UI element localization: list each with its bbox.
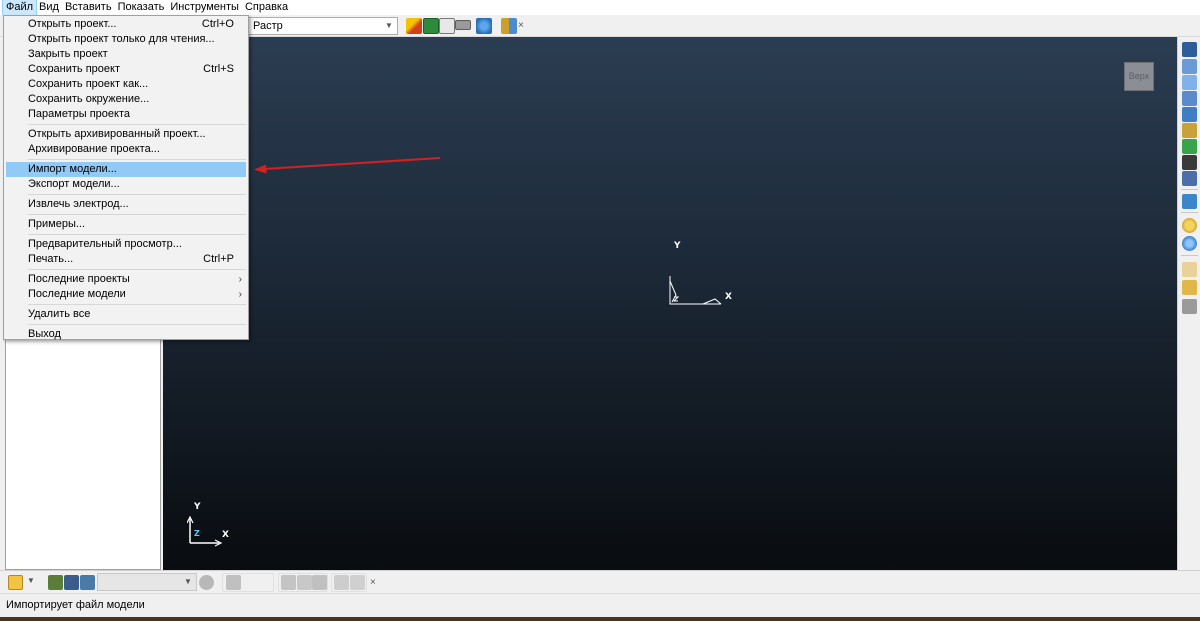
file-menu-dropdown: Открыть проект... Ctrl+O Открыть проект … [3,15,249,340]
corner-axis-z-label: Z [194,529,200,538]
layer-icon[interactable] [48,575,63,590]
menu-item-open-readonly[interactable]: Открыть проект только для чтения... [4,32,248,47]
menu-view[interactable]: Вид [36,0,62,15]
select-key-icon[interactable] [1182,280,1197,295]
rotate-icon[interactable] [1182,139,1197,154]
status-text: Импортирует файл модели [6,599,145,611]
render-star-icon[interactable] [406,18,422,34]
menu-item-open-archived[interactable]: Открыть архивированный проект... [4,127,248,142]
3d-viewport[interactable]: Верх Y X Z Y X Z [163,37,1177,570]
menu-separator [28,269,246,270]
menu-tools[interactable]: Инструменты [167,0,242,15]
ruler-icon[interactable] [455,20,471,30]
chevron-down-icon: ▼ [184,577,192,586]
layer-select[interactable]: ▼ [97,573,197,591]
view-bottom-icon[interactable] [1182,91,1197,106]
main-axis-triad [669,276,722,305]
binoculars-icon[interactable] [501,18,517,34]
shortcut-label: Ctrl+S [203,63,234,75]
zoom-window-icon[interactable] [1182,171,1197,186]
right-toolbar [1177,37,1200,570]
layer-add-icon[interactable] [64,575,79,590]
menu-item-close-project[interactable]: Закрыть проект [4,47,248,62]
edit-edge-icon[interactable] [297,575,312,590]
select-cursor-icon[interactable] [1182,262,1197,277]
desktop-background-edge [0,617,1200,621]
menu-separator [28,234,246,235]
menu-item-examples[interactable]: Примеры... [4,217,248,232]
corner-axis-x-label: X [222,530,229,540]
calculator-icon[interactable] [423,18,439,34]
right-toolbar-separator [1181,189,1198,190]
menu-item-export-model[interactable]: Экспорт модели... [4,177,248,192]
menu-show[interactable]: Показать [115,0,168,15]
chevron-down-icon[interactable]: ▼ [27,576,35,585]
main-axis-y-label: Y [674,241,681,251]
shading-icon[interactable] [1182,194,1197,209]
submenu-arrow-icon: › [238,289,242,300]
edit-face-icon[interactable] [312,575,327,590]
menu-item-open-project[interactable]: Открыть проект... Ctrl+O [4,17,248,32]
brush-icon[interactable] [226,575,241,590]
submenu-arrow-icon: › [238,274,242,285]
menu-item-delete-all[interactable]: Удалить все [4,307,248,322]
project-tree-panel[interactable] [5,337,161,570]
right-toolbar-separator [1181,212,1198,213]
view-cube[interactable]: Верх [1124,62,1154,91]
cloud-icon[interactable] [199,575,214,590]
menu-item-archive-project[interactable]: Архивирование проекта... [4,142,248,157]
view-side-icon[interactable] [1182,59,1197,74]
shortcut-label: Ctrl+P [203,253,234,265]
menu-item-save-environment[interactable]: Сохранить окружение... [4,92,248,107]
menu-item-recent-models[interactable]: Последние модели › [4,287,248,302]
menu-item-recent-projects[interactable]: Последние проекты › [4,272,248,287]
close-icon[interactable]: × [370,576,376,590]
view-top-icon[interactable] [1182,75,1197,90]
menu-item-project-settings[interactable]: Параметры проекта [4,107,248,122]
menu-separator [28,304,246,305]
close-icon[interactable]: × [518,19,524,33]
shortcut-label: Ctrl+O [201,18,234,30]
menu-bar: Файл Вид Вставить Показать Инструменты С… [0,0,1200,16]
folder-icon[interactable] [8,575,23,590]
menu-item-save-project[interactable]: Сохранить проект Ctrl+S [4,62,248,77]
menu-item-exit[interactable]: Выход [4,327,248,342]
chevron-down-icon: ▼ [385,21,393,30]
pan-icon[interactable] [1182,155,1197,170]
calc-grid-icon[interactable] [439,18,455,34]
cursor-options-icon[interactable] [1182,299,1197,314]
menu-separator [28,324,246,325]
annotation-arrow [254,157,441,174]
corner-axis-triad [187,515,223,547]
bottom-toolbar: ▼ ▼ × [0,570,1200,593]
menu-item-save-project-as[interactable]: Сохранить проект как... [4,77,248,92]
edit-vertex-icon[interactable] [281,575,296,590]
menu-separator [28,159,246,160]
right-toolbar-separator [1181,255,1198,256]
fit-view-icon[interactable] [476,18,492,34]
menu-item-import-model[interactable]: Импорт модели... [6,162,246,177]
menu-item-extract-electrode[interactable]: Извлечь электрод... [4,197,248,212]
menu-separator [28,194,246,195]
view-iso-icon[interactable] [1182,107,1197,122]
menu-separator [28,124,246,125]
material-sphere-icon[interactable] [1182,218,1197,233]
menu-help[interactable]: Справка [242,0,291,15]
view-front-icon[interactable] [1182,42,1197,57]
globe-icon[interactable] [1182,236,1197,251]
corner-axis-y-label: Y [194,502,201,512]
main-axis-x-label: X [725,292,732,302]
menu-file[interactable]: Файл [1,0,38,16]
layer-copy-icon[interactable] [80,575,95,590]
menu-separator [28,214,246,215]
menu-item-print[interactable]: Печать... Ctrl+P [4,252,248,267]
menu-item-print-preview[interactable]: Предварительный просмотр... [4,237,248,252]
display-mode-select[interactable]: Растр ▼ [248,17,398,35]
eraser-icon[interactable] [350,575,365,590]
pencil-icon[interactable] [334,575,349,590]
menu-insert[interactable]: Вставить [62,0,115,15]
main-axis-z-label: Z [676,290,681,298]
display-mode-value: Растр [253,20,283,32]
zoom-icon[interactable] [1182,123,1197,138]
